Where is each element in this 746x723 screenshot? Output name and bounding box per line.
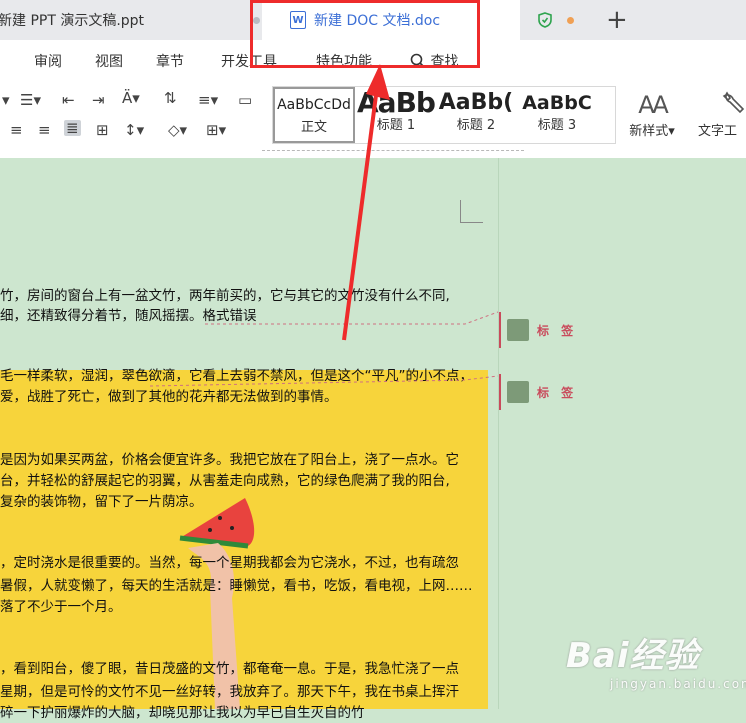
style-heading-2-sample: AaBb( [438, 90, 514, 115]
wrench-icon [722, 91, 745, 114]
menu-view[interactable]: 视图 [95, 51, 123, 71]
baidu-watermark: Bai经验 jingyan.baidu.com [566, 628, 746, 691]
new-tab-button[interactable]: + [606, 6, 628, 34]
shading-icon[interactable]: ◇▾ [168, 122, 187, 138]
document-text-line: ，定时浇水是很重要的。当然，每一个星期我都会为它浇水，不过，也有疏忽 [0, 555, 459, 571]
tab-ppt-label: 新建 PPT 演示文稿.ppt [0, 13, 145, 29]
increase-indent-icon[interactable]: ⇥ [92, 92, 105, 108]
document-text-line: 台，并轻松的舒展起它的羽翼，从害羞走向成熟，它的绿色爬满了我的阳台, [0, 473, 450, 489]
align-justify-icon[interactable]: ≣ [64, 120, 81, 136]
comment-bar [499, 312, 501, 348]
menu-section[interactable]: 章节 [156, 51, 184, 71]
annotation-highlight-box [250, 0, 480, 68]
line-spacing-icon[interactable]: ↕▾ [124, 122, 144, 138]
comment-connectors [149, 311, 499, 387]
document-text-line: 爱，战胜了死亡，做到了其他的花卉都无法做到的事情。 [0, 389, 338, 405]
style-heading-3-sample: AaBbC [522, 92, 592, 114]
document-text-line: 暑假，人就变懒了，每天的生活就是：睡懒觉，看书，吃饭，看电视，上网…… [0, 578, 473, 594]
comment-label: 标 签 [537, 385, 578, 400]
style-heading-3-label: 标题 3 [537, 118, 577, 133]
new-style-label: 新样式 [629, 124, 669, 139]
text-tool-label: 文字工 [698, 124, 738, 139]
avatar [507, 319, 529, 341]
document-text-line: 落了不少于一个月。 [0, 599, 122, 615]
unsaved-dot-icon [567, 17, 574, 24]
numbered-list-icon[interactable]: ☰▾ [20, 92, 41, 108]
style-heading-2-label: 标题 2 [456, 118, 496, 133]
comment-1[interactable]: 标 签 [499, 312, 577, 348]
annotation-arrow [342, 64, 390, 341]
align-center-icon[interactable]: ≡ [10, 122, 23, 138]
font-case-icon[interactable]: Ä▾ [122, 90, 140, 106]
line-break-icon[interactable]: ≡▾ [198, 92, 218, 108]
menu-review[interactable]: 审阅 [34, 51, 62, 71]
watermark-url: jingyan.baidu.com [610, 677, 746, 691]
dropdown-arrow-icon[interactable]: ▾ [2, 92, 10, 108]
new-style-icon: AA [638, 91, 669, 119]
comment-bar [499, 374, 501, 410]
sort-icon[interactable]: ⇅ [164, 90, 177, 106]
borders-icon[interactable]: ⊞▾ [206, 122, 226, 138]
document-text-line: 复杂的装饰物，留下了一片荫凉。 [0, 494, 203, 510]
document-text-line: ，看到阳台，傻了眼，昔日茂盛的文竹，都奄奄一息。于是，我急忙浇了一点 [0, 661, 459, 677]
document-text-line: 是因为如果买两盆，价格会便宜许多。我把它放在了阳台上，浇了一点水。它 [0, 452, 459, 468]
style-gallery: AaBbCcDd 正文 AaBb 标题 1 AaBb( 标题 2 AaBbC 标… [272, 86, 616, 144]
document-text-line: 星期，但是可怜的文竹不见一丝好转，我放弃了。那天下午，我在书桌上挥汗 [0, 684, 459, 700]
shield-icon[interactable] [538, 12, 552, 28]
comment-margin [498, 158, 746, 709]
document-text-line: 碎一下护丽爆炸的大脑，却晓见那让我以为早已自生灭自的竹 [0, 705, 365, 721]
page-corner-mark [460, 200, 483, 223]
decrease-indent-icon[interactable]: ⇤ [62, 92, 75, 108]
distribute-icon[interactable]: ⊞ [96, 122, 109, 138]
text-tool-button[interactable]: 文字工 [698, 90, 746, 139]
tab-ppt-document[interactable]: 新建 PPT 演示文稿.ppt [0, 0, 260, 40]
style-heading-2[interactable]: AaBb( 标题 2 [437, 87, 515, 143]
comment-2[interactable]: 标 签 [499, 374, 577, 410]
style-heading-3[interactable]: AaBbC 标题 3 [517, 87, 597, 143]
show-marks-icon[interactable]: ▭ [238, 92, 252, 108]
new-style-button[interactable]: AA 新样式▾ [622, 90, 682, 139]
align-right-icon[interactable]: ≡ [38, 122, 51, 138]
watermark-logo: Bai经验 [566, 636, 700, 676]
avatar [507, 381, 529, 403]
comment-label: 标 签 [537, 323, 578, 338]
new-style-dropdown-icon: ▾ [668, 124, 675, 139]
